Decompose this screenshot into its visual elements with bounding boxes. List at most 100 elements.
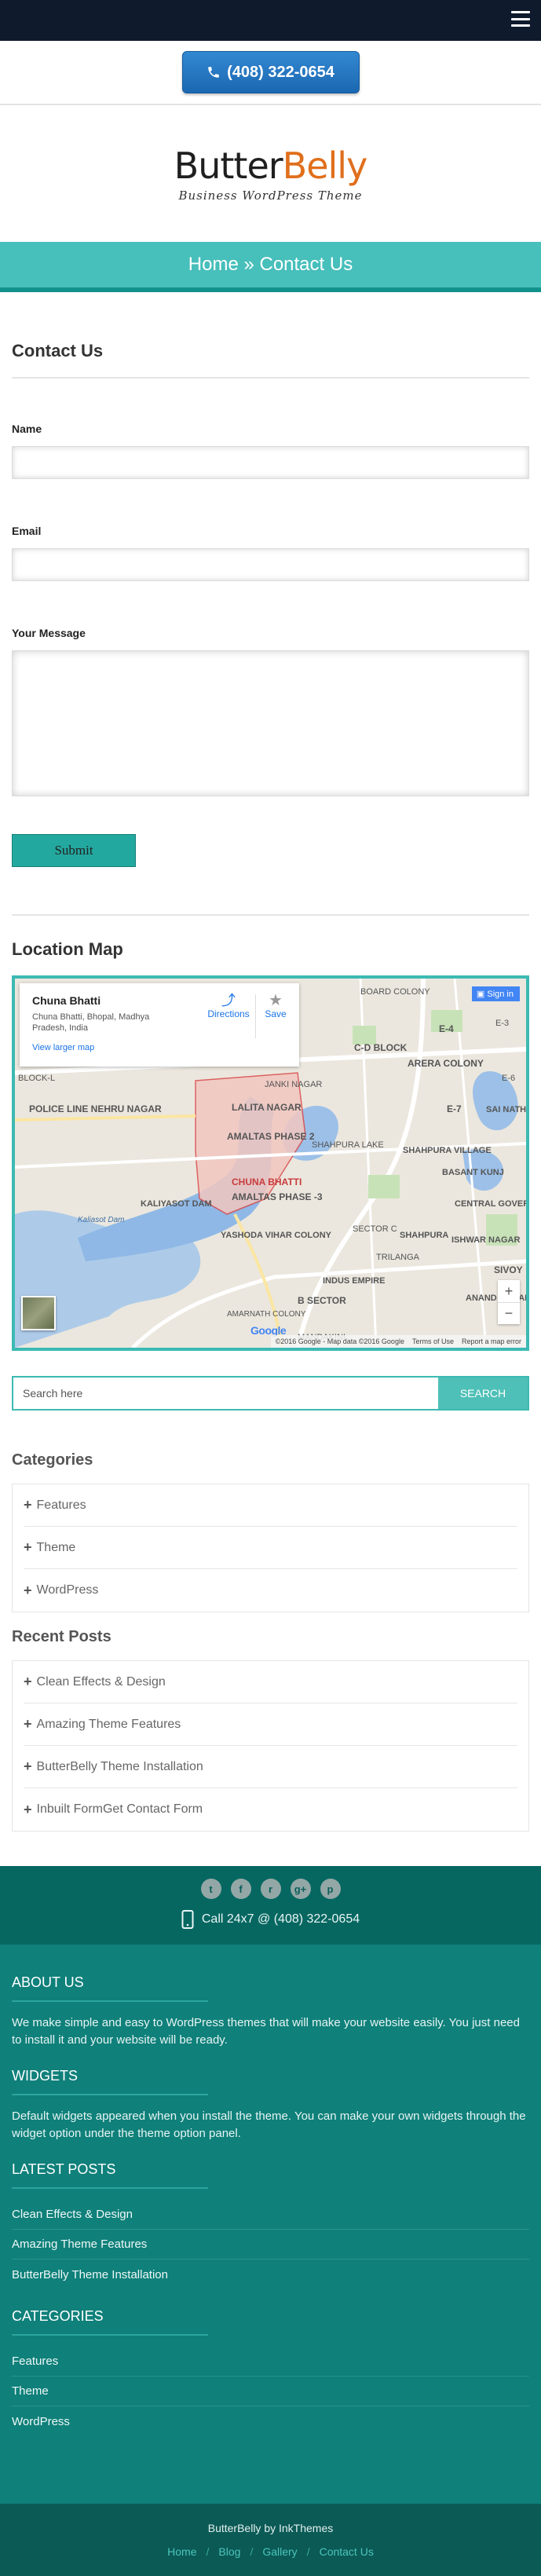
star-icon: ★ <box>269 992 283 1009</box>
map-label-basant: BASANT KUNJ <box>442 1168 504 1177</box>
plus-icon: + <box>24 1758 32 1774</box>
satellite-toggle[interactable] <box>21 1296 56 1330</box>
footer-widgets: ABOUT US We make simple and easy to Word… <box>0 1945 541 2452</box>
map-attribution: ©2016 Google - Map data ©2016 Google Ter… <box>270 1335 526 1348</box>
map-label-central: CENTRAL GOVERNMENT COLONY <box>455 1199 526 1209</box>
google-account-icon: ▣ <box>476 990 488 999</box>
footer-category-link[interactable]: Features <box>12 2347 529 2377</box>
map-label-amaltas2: AMALTAS PHASE 2 <box>227 1131 315 1142</box>
plus-icon: + <box>24 1801 32 1817</box>
map-terms-link[interactable]: Terms of Use <box>412 1337 454 1345</box>
site-logo[interactable]: ButterBelly Business WordPress Theme <box>0 105 541 242</box>
map-info-card: Chuna Bhatti Chuna Bhatti, Bhopal, Madhy… <box>20 983 299 1067</box>
message-label: Your Message <box>12 627 86 639</box>
nav-separator: / <box>206 2545 210 2558</box>
email-label: Email <box>12 525 42 537</box>
plus-icon: + <box>24 1497 32 1513</box>
place-address: Chuna Bhatti, Bhopal, Madhya Pradesh, In… <box>32 1012 150 1033</box>
zoom-control: + − <box>498 1280 520 1324</box>
page-title: Contact Us <box>12 341 529 379</box>
phone-call-button[interactable]: (408) 322-0654 <box>181 51 360 93</box>
recent-post-item[interactable]: + Clean Effects & Design <box>24 1661 517 1703</box>
widgets-text: Default widgets appeared when you instal… <box>12 2109 526 2140</box>
zoom-out-button[interactable]: − <box>498 1302 520 1324</box>
map-label-police: POLICE LINE NEHRU NAGAR <box>29 1103 162 1114</box>
zoom-in-button[interactable]: + <box>498 1280 520 1302</box>
footer-call-text: Call 24x7 @ (408) 322-0654 <box>201 1912 360 1926</box>
map-label-cd: C-D BLOCK <box>354 1042 408 1053</box>
category-item-theme[interactable]: + Theme <box>24 1527 517 1569</box>
map-label-lalita: LALITA NAGAR <box>232 1102 302 1113</box>
map-label-indus: INDUS EMPIRE <box>323 1276 385 1286</box>
recent-post-item[interactable]: + Inbuilt FormGet Contact Form <box>24 1788 517 1831</box>
latest-post-link[interactable]: Clean Effects & Design <box>12 2200 529 2230</box>
map-report-link[interactable]: Report a map error <box>462 1337 521 1345</box>
name-label: Name <box>12 423 42 435</box>
name-input[interactable] <box>12 446 529 479</box>
widgets-title: WIDGETS <box>12 2068 529 2095</box>
email-input[interactable] <box>12 548 529 581</box>
view-larger-map-link[interactable]: View larger map <box>32 1043 94 1052</box>
hamburger-icon[interactable] <box>511 11 530 27</box>
map-sign-in-button[interactable]: ▣ Sign in <box>471 986 520 1001</box>
footer-nav-gallery[interactable]: Gallery <box>262 2545 297 2558</box>
recent-posts-title: Recent Posts <box>12 1628 111 1645</box>
plus-icon: + <box>24 1582 32 1598</box>
recent-post-item[interactable]: + ButterBelly Theme Installation <box>24 1746 517 1788</box>
nav-separator: / <box>306 2545 310 2558</box>
footer-nav-blog[interactable]: Blog <box>218 2545 240 2558</box>
categories-title: Categories <box>12 1451 93 1469</box>
map-label-shahpura: SHAHPURA <box>400 1231 448 1240</box>
latest-post-link[interactable]: Amazing Theme Features <box>12 2230 529 2259</box>
pinterest-icon[interactable]: p <box>320 1879 341 1899</box>
category-item-features[interactable]: + Features <box>24 1484 517 1527</box>
map-label-kaliyasot: KALIYASOT DAM <box>141 1199 212 1209</box>
search-input[interactable]: Search here <box>13 1378 438 1409</box>
map-label-chuna: CHUNA BHATTI <box>232 1176 302 1187</box>
map-label-e7: E-7 <box>447 1103 462 1114</box>
google-plus-icon[interactable]: g+ <box>290 1879 311 1899</box>
search-button[interactable]: SEARCH <box>438 1378 528 1409</box>
map-label-arera: ARERA COLONY <box>408 1058 484 1069</box>
plus-icon: + <box>24 1716 32 1732</box>
footer-category-link[interactable]: Theme <box>12 2377 529 2406</box>
directions-button[interactable]: ⤴ Directions <box>205 993 252 1019</box>
footer-nav-contact[interactable]: Contact Us <box>320 2545 374 2558</box>
logo-wordmark: ButterBelly <box>174 145 368 187</box>
map-label-e6: E-6 <box>502 1074 515 1083</box>
footer-category-link[interactable]: WordPress <box>12 2406 529 2436</box>
top-bar <box>0 0 541 41</box>
map-label-bsector: B SECTOR <box>298 1295 346 1306</box>
plus-icon: + <box>24 1539 32 1555</box>
footer-call-line: Call 24x7 @ (408) 322-0654 <box>0 1910 541 1929</box>
map-label-janki: JANKI NAGAR <box>265 1080 322 1089</box>
message-textarea[interactable] <box>12 650 529 796</box>
map-copyright: ©2016 Google - Map data ©2016 Google <box>275 1337 404 1345</box>
map-label-amaltas3: AMALTAS PHASE -3 <box>232 1191 323 1202</box>
twitter-icon[interactable]: t <box>200 1879 221 1899</box>
breadcrumb-text: Home » Contact Us <box>188 254 353 275</box>
footer-categories-list: Features Theme WordPress <box>12 2347 529 2436</box>
category-item-wordpress[interactable]: + WordPress <box>24 1569 517 1612</box>
footer-nav-home[interactable]: Home <box>167 2545 196 2558</box>
social-links: t f r g+ p <box>0 1879 541 1899</box>
facebook-icon[interactable]: f <box>230 1879 251 1899</box>
map-label-amarnath: AMARNATH COLONY <box>227 1310 306 1319</box>
map-label-sector-c: SECTOR C <box>353 1224 397 1234</box>
recent-posts-list: + Clean Effects & Design + Amazing Theme F… <box>12 1660 529 1831</box>
map-label-sivoy: SIVOY <box>494 1264 523 1275</box>
latest-post-link[interactable]: ButterBelly Theme Installation <box>12 2259 529 2289</box>
map-label-board: BOARD COLONY <box>360 987 430 997</box>
call-bar: (408) 322-0654 <box>0 41 541 105</box>
location-map-title: Location Map <box>12 939 123 959</box>
phone-icon <box>208 67 219 78</box>
map-label-shahpura-lake: SHAHPURA LAKE <box>312 1140 384 1150</box>
footer-nav: Home / Blog / Gallery / Contact Us <box>167 2545 374 2558</box>
recent-post-item[interactable]: + Amazing Theme Features <box>24 1703 517 1746</box>
submit-button[interactable]: Submit <box>12 834 136 867</box>
footer-categories-title: CATEGORIES <box>12 2308 529 2336</box>
rss-icon[interactable]: r <box>260 1879 281 1899</box>
save-button[interactable]: ★ Save <box>260 993 291 1019</box>
location-map[interactable]: LALITA NAGAR JANKI NAGAR AMALTAS PHASE 2… <box>12 975 529 1351</box>
categories-list: + Features + Theme + WordPress <box>12 1484 529 1612</box>
